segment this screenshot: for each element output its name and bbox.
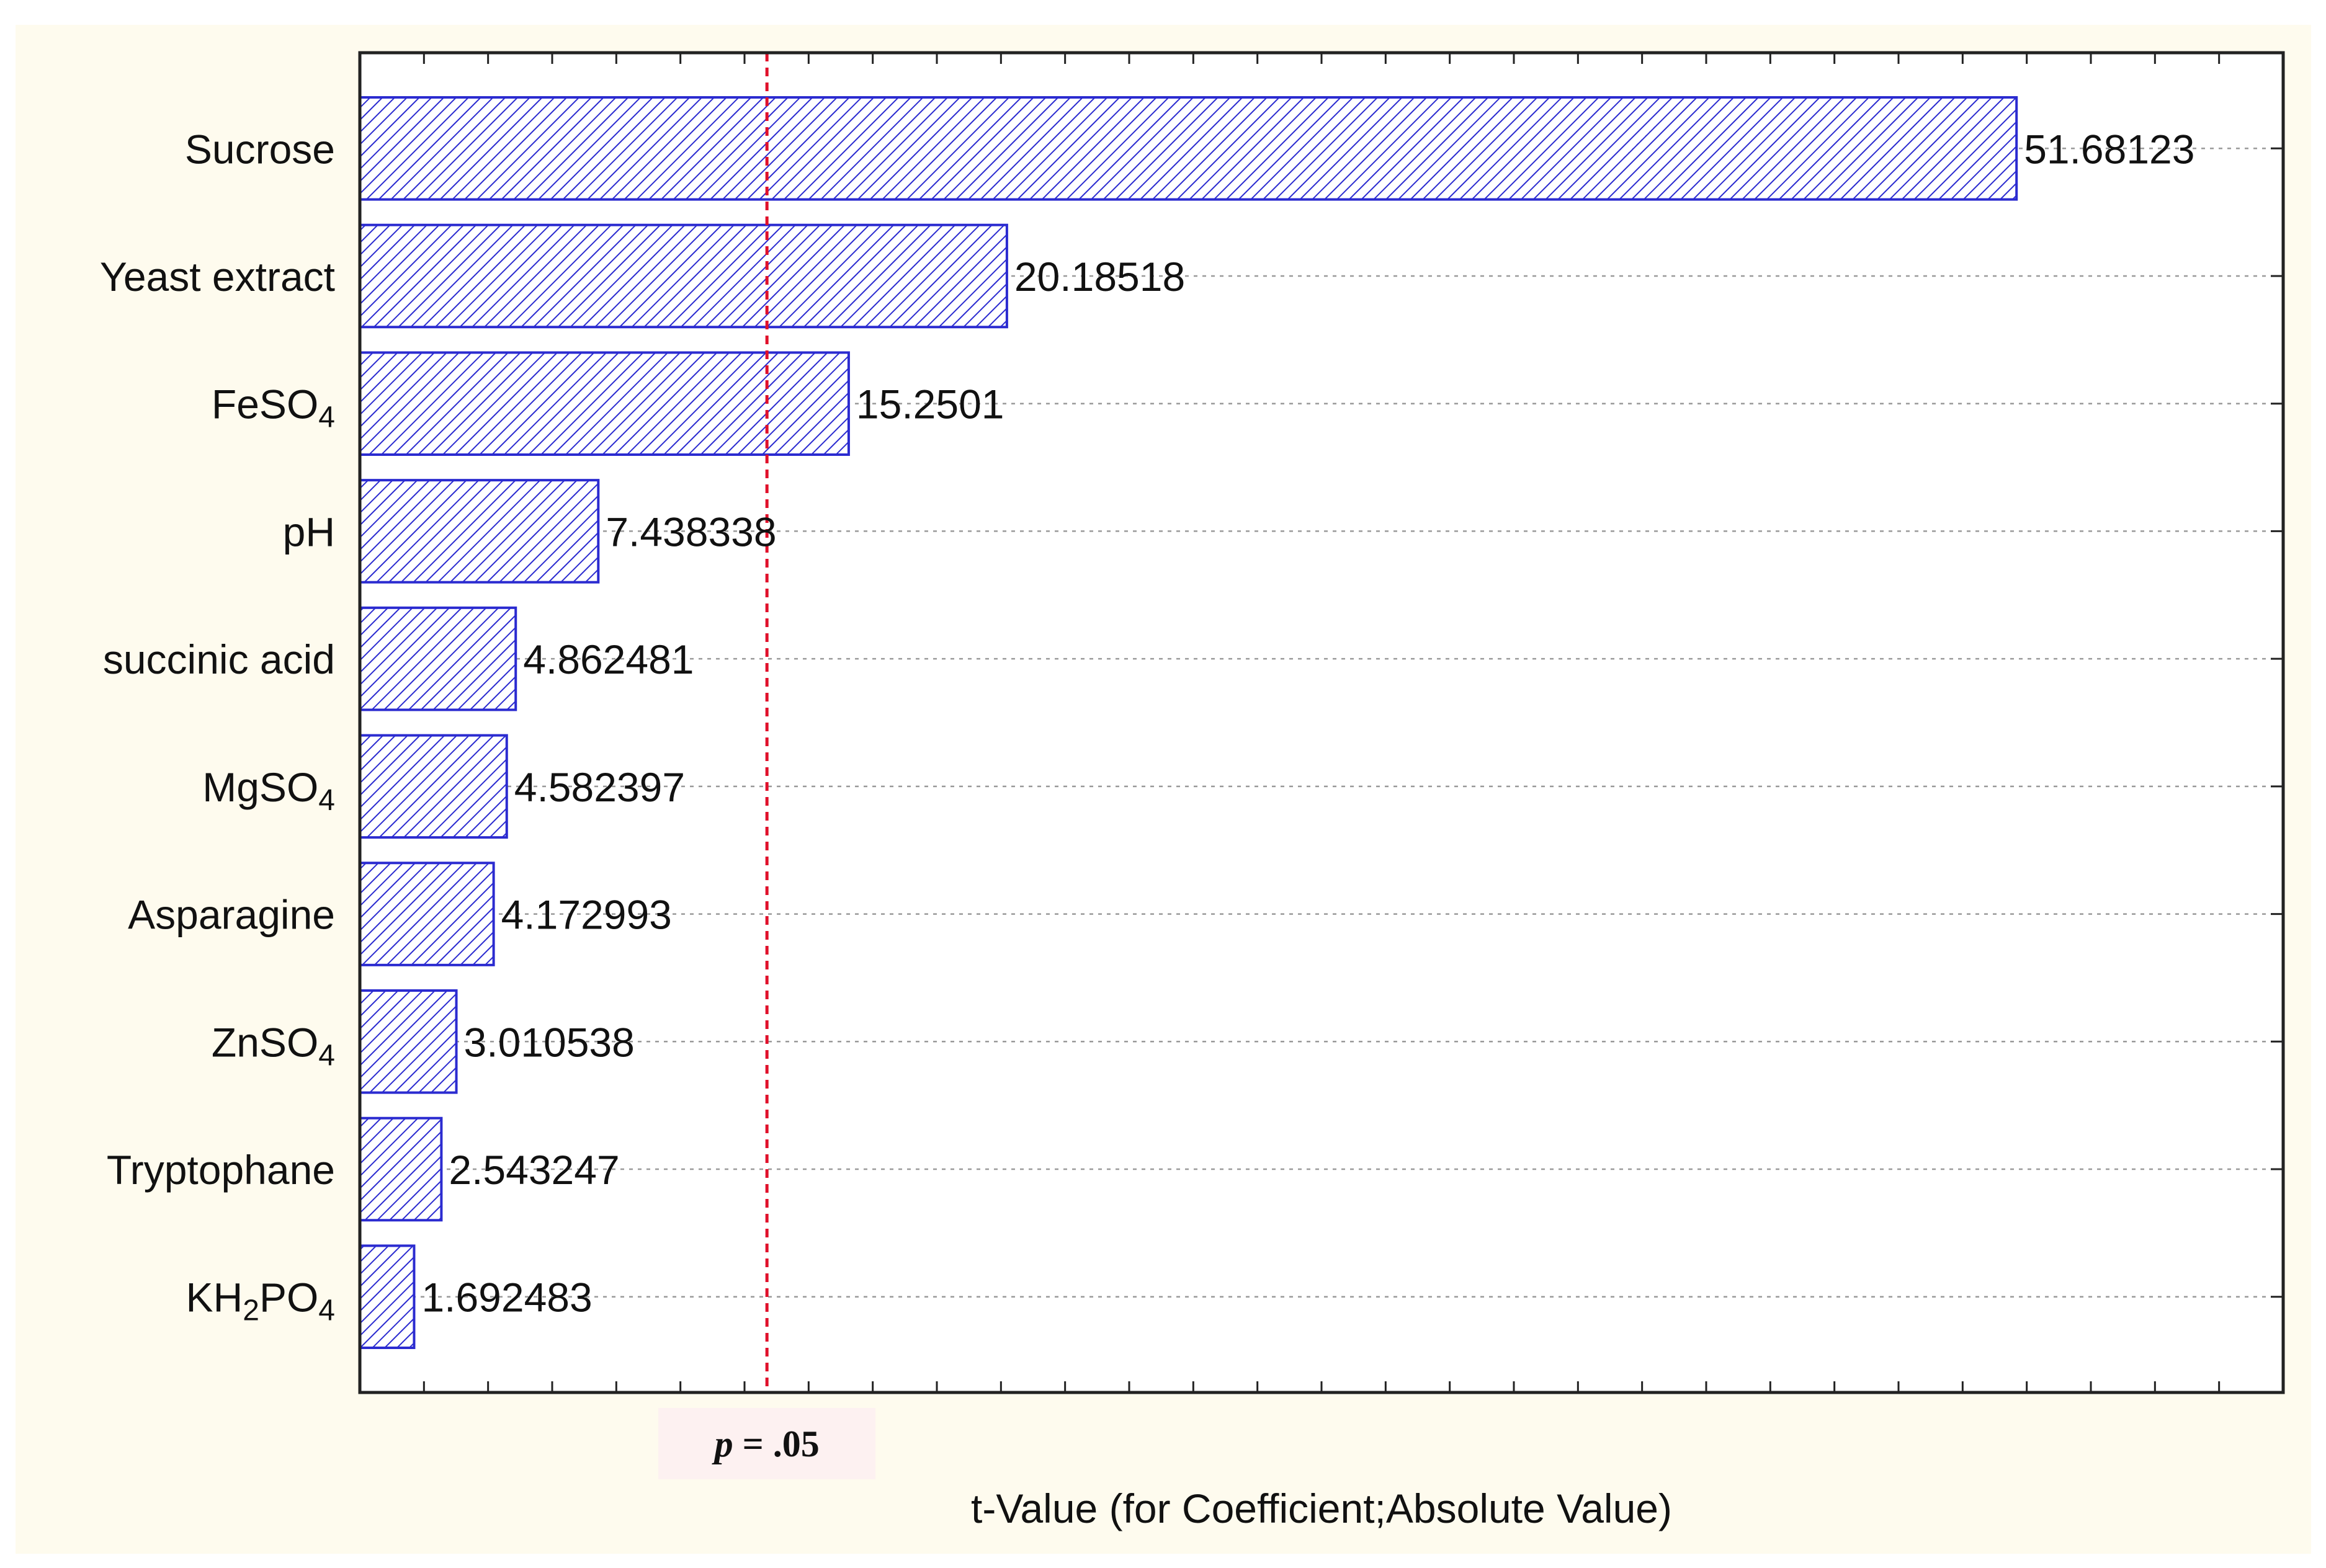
category-label: MgSO4 bbox=[202, 764, 335, 817]
bar-value-label: 51.68123 bbox=[2024, 126, 2194, 172]
category-label: ZnSO4 bbox=[212, 1019, 335, 1072]
threshold-label: p = .05 bbox=[712, 1423, 820, 1464]
bar bbox=[359, 96, 2018, 201]
pareto-chart: 51.68123 Sucrose 20.18518 Yeast extract 15.2… bbox=[0, 0, 2326, 1568]
bar bbox=[359, 989, 458, 1094]
bar-value-label: 4.862481 bbox=[523, 636, 694, 682]
bar bbox=[359, 1116, 443, 1222]
bar bbox=[359, 734, 508, 839]
bar-value-label: 1.692483 bbox=[421, 1275, 592, 1321]
bar bbox=[359, 351, 850, 457]
bar-value-label: 15.2501 bbox=[856, 381, 1004, 427]
bar bbox=[359, 862, 495, 966]
category-label: pH bbox=[283, 509, 335, 555]
category-label: KH2PO4 bbox=[186, 1275, 335, 1327]
bar-value-label: 7.438338 bbox=[606, 509, 776, 555]
bar-value-label: 4.582397 bbox=[514, 764, 685, 810]
bar bbox=[359, 606, 517, 711]
category-label: Sucrose bbox=[185, 126, 335, 172]
chart-canvas: 51.68123 Sucrose 20.18518 Yeast extract 15.2… bbox=[0, 0, 2326, 1568]
category-label: succinic acid bbox=[103, 636, 335, 682]
category-label: Tryptophane bbox=[107, 1147, 335, 1193]
category-label: FeSO4 bbox=[212, 381, 335, 434]
bar bbox=[359, 223, 1008, 329]
bar-value-label: 3.010538 bbox=[464, 1019, 635, 1065]
bar-value-label: 2.543247 bbox=[449, 1147, 619, 1193]
bar bbox=[359, 1244, 416, 1350]
bar-value-label: 20.18518 bbox=[1014, 254, 1185, 300]
bar-value-label: 4.172993 bbox=[501, 892, 672, 938]
x-axis-title: t-Value (for Coefficient;Absolute Value) bbox=[971, 1486, 1672, 1531]
bar bbox=[359, 479, 600, 584]
category-label: Yeast extract bbox=[100, 254, 335, 300]
category-label: Asparagine bbox=[128, 892, 335, 938]
